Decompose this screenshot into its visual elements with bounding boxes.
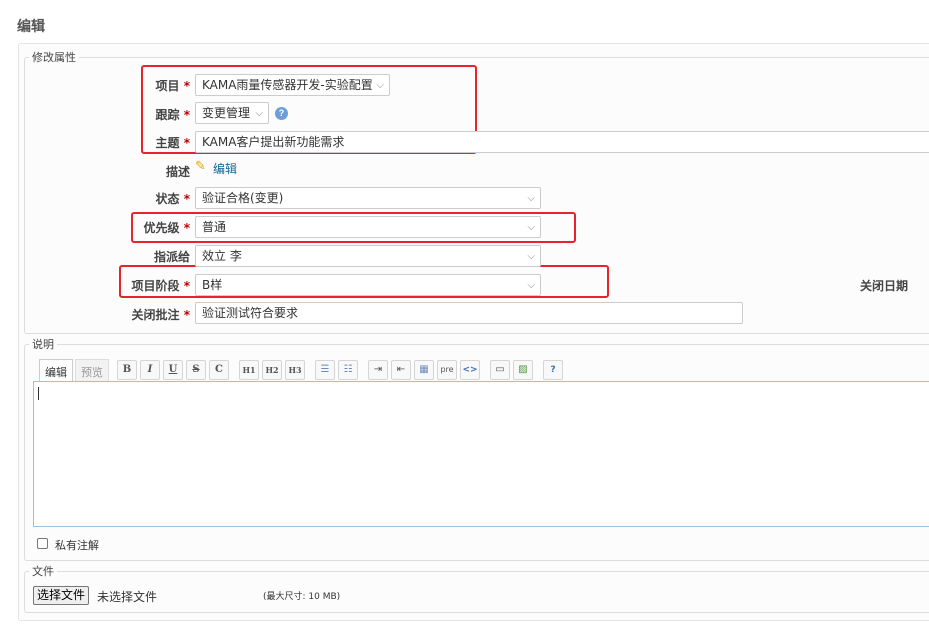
priority-select[interactable]: 普通 ⌵ xyxy=(195,216,541,238)
description-edit-link[interactable]: 编辑 xyxy=(213,160,237,177)
files-legend: 文件 xyxy=(32,565,54,578)
private-notes-checkbox[interactable] xyxy=(37,538,48,549)
pencil-icon: ✎ xyxy=(195,158,206,173)
tab-edit[interactable]: 编辑 xyxy=(39,359,73,381)
private-notes-label: 私有注解 xyxy=(55,539,99,552)
subject-label: 主题 * xyxy=(155,136,190,150)
code-button[interactable]: C xyxy=(209,360,229,380)
project-value: KAMA雨量传感器开发-实验配置 xyxy=(202,78,373,92)
table-icon[interactable]: ▦ xyxy=(414,360,434,380)
text-caret xyxy=(38,387,39,400)
h2-button[interactable]: H2 xyxy=(262,360,282,380)
status-value: 验证合格(变更) xyxy=(202,191,284,205)
stage-label: 项目阶段 * xyxy=(131,279,190,293)
assignee-value: 效立 李 xyxy=(202,249,242,263)
help-button[interactable]: ? xyxy=(543,360,563,380)
indent-left-icon[interactable]: ⇤ xyxy=(391,360,411,380)
help-icon[interactable]: ? xyxy=(275,107,288,120)
priority-label: 优先级 * xyxy=(143,221,190,235)
tab-preview[interactable]: 预览 xyxy=(75,359,109,381)
h3-button[interactable]: H3 xyxy=(285,360,305,380)
tracker-select[interactable]: 变更管理 ⌵ xyxy=(195,102,269,124)
choose-file-button[interactable]: 选择文件 xyxy=(33,586,90,605)
files-fieldset: 文件 xyxy=(24,563,929,613)
status-select[interactable]: 验证合格(变更) ⌵ xyxy=(195,187,541,209)
chevron-down-icon: ⌵ xyxy=(527,280,535,291)
chevron-down-icon: ⌵ xyxy=(527,222,535,233)
strike-button[interactable]: S xyxy=(186,360,206,380)
bullet-list-icon[interactable]: ☰ xyxy=(315,360,335,380)
notes-legend: 说明 xyxy=(32,338,54,351)
notes-textarea[interactable] xyxy=(33,381,929,527)
assignee-label: 指派给 xyxy=(153,250,190,264)
stage-value: B样 xyxy=(202,278,223,292)
pre-button[interactable]: pre xyxy=(437,360,457,380)
indent-right-icon[interactable]: ⇥ xyxy=(368,360,388,380)
project-label: 项目 * xyxy=(155,79,190,93)
project-select[interactable]: KAMA雨量传感器开发-实验配置 ⌵ xyxy=(195,74,390,96)
tracker-label: 跟踪 * xyxy=(155,108,190,122)
link-button[interactable]: <> xyxy=(460,360,480,380)
assignee-select[interactable]: 效立 李 ⌵ xyxy=(195,245,541,267)
tracker-value: 变更管理 xyxy=(202,106,251,120)
bold-button[interactable]: B xyxy=(117,360,137,380)
chevron-down-icon: ⌵ xyxy=(527,193,535,204)
page-title: 编辑 xyxy=(17,18,45,34)
attributes-legend: 修改属性 xyxy=(32,51,76,64)
close-note-input[interactable]: 验证测试符合要求 xyxy=(195,302,743,324)
chevron-down-icon: ⌵ xyxy=(255,108,263,119)
italic-button[interactable]: I xyxy=(140,360,160,380)
wiki-link-icon[interactable]: ▭ xyxy=(490,360,510,380)
description-label: 描述 xyxy=(165,165,190,179)
status-label: 状态 * xyxy=(155,192,190,206)
max-size-text: (最大尺寸: 10 MB) xyxy=(263,592,341,602)
close-note-label: 关闭批注 * xyxy=(131,308,190,322)
chevron-down-icon: ⌵ xyxy=(376,80,384,91)
close-date-label: 关闭日期 xyxy=(860,279,909,293)
subject-input[interactable]: KAMA客户提出新功能需求 xyxy=(195,131,929,153)
numbered-list-icon[interactable]: ☷ xyxy=(338,360,358,380)
chevron-down-icon: ⌵ xyxy=(527,251,535,262)
priority-value: 普通 xyxy=(202,220,227,234)
no-file-text: 未选择文件 xyxy=(97,590,158,604)
h1-button[interactable]: H1 xyxy=(239,360,259,380)
stage-select[interactable]: B样 ⌵ xyxy=(195,274,541,296)
underline-button[interactable]: U xyxy=(163,360,183,380)
image-icon[interactable]: ▨ xyxy=(513,360,533,380)
